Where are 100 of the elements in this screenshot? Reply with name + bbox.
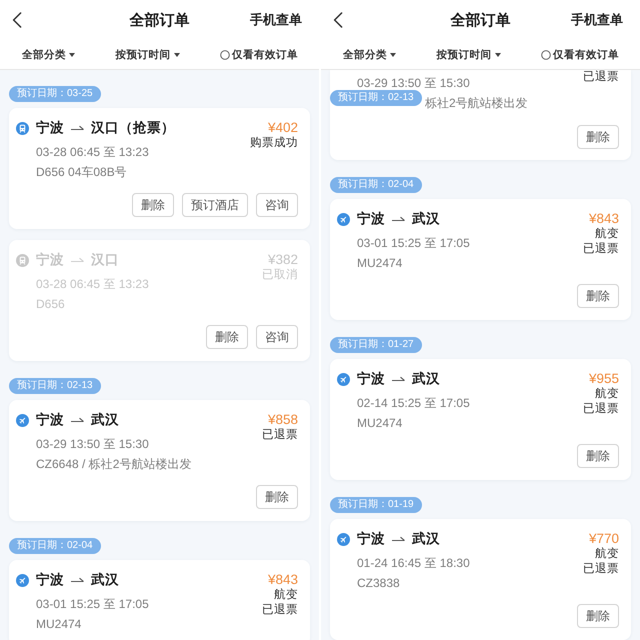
travel-time: 03-29 13:50 至 15:30 bbox=[36, 436, 149, 453]
plane-icon bbox=[337, 532, 350, 546]
phone-lookup-button[interactable]: 手机查单 bbox=[571, 11, 628, 29]
page-title: 全部订单 bbox=[130, 10, 190, 30]
plane-icon bbox=[16, 574, 29, 586]
destination-city: 武汉 bbox=[412, 211, 440, 227]
origin-city: 宁波 bbox=[357, 531, 385, 547]
destination-city: 武汉 bbox=[91, 412, 119, 428]
trip-detail: CZ3838 bbox=[357, 575, 400, 592]
travel-time: 03-28 06:45 至 13:23 bbox=[36, 144, 149, 161]
arrow-icon bbox=[392, 216, 405, 222]
destination-city: 武汉 bbox=[412, 371, 440, 387]
order-card[interactable]: 宁波 武汉 01-24 16:45 至 18:30 CZ3838 ¥770 航变 已退票 删除 bbox=[330, 519, 631, 640]
order-price: ¥382 bbox=[268, 252, 298, 268]
order-price: ¥843 bbox=[268, 572, 298, 588]
order-price: ¥402 bbox=[268, 120, 298, 136]
order-status: 已退票 bbox=[583, 242, 619, 257]
filter-dropdown[interactable]: 按预订时间 bbox=[116, 48, 180, 62]
arrow-icon bbox=[392, 536, 405, 542]
order-action-button[interactable]: 删除 bbox=[577, 444, 619, 468]
origin-city: 宁波 bbox=[36, 412, 64, 428]
order-card[interactable]: 宁波 武汉 03-01 15:25 至 17:05 MU2474 ¥843 航变 已退票 删除 bbox=[330, 199, 631, 320]
booking-date-badge: 预订日期：02-04 bbox=[330, 177, 422, 193]
travel-time: 03-29 13:50 至 15:30 bbox=[357, 76, 470, 90]
plane-icon bbox=[337, 212, 350, 226]
origin-city: 宁波 bbox=[36, 120, 64, 136]
arrow-icon bbox=[71, 577, 84, 583]
order-action-button[interactable]: 删除 bbox=[577, 125, 619, 149]
destination-city: 汉口 bbox=[91, 252, 119, 268]
order-action-button[interactable]: 预订酒店 bbox=[182, 193, 248, 217]
order-status: 已退票 bbox=[583, 562, 619, 577]
order-action-button[interactable]: 删除 bbox=[206, 325, 248, 349]
trip-detail: D656 bbox=[36, 296, 65, 313]
travel-time: 03-01 15:25 至 17:05 bbox=[36, 596, 149, 613]
order-status: 航变 bbox=[595, 387, 619, 402]
order-card[interactable]: 宁波 汉口（抢票） 03-28 06:45 至 13:23 D656 04车08B号 ¥402 购票成功 删除 预订酒店 咨询 bbox=[9, 108, 310, 229]
arrow-icon bbox=[71, 125, 84, 131]
phone-lookup-button[interactable]: 手机查单 bbox=[250, 11, 307, 29]
booking-date-badge: 预订日期：02-13 bbox=[9, 378, 101, 394]
booking-date-badge: 预订日期：02-13 bbox=[330, 90, 422, 106]
valid-orders-toggle[interactable]: 仅看有效订单 bbox=[541, 48, 619, 62]
trip-detail: MU2474 bbox=[36, 616, 82, 633]
page-title: 全部订单 bbox=[450, 10, 510, 30]
order-status: 已退票 bbox=[583, 402, 619, 417]
trip-detail: D656 04车08B号 bbox=[36, 164, 127, 181]
train-icon bbox=[16, 122, 29, 134]
origin-city: 宁波 bbox=[357, 211, 385, 227]
booking-date-badge: 预订日期：03-25 bbox=[9, 86, 101, 102]
origin-city: 宁波 bbox=[36, 252, 64, 268]
order-status: 航变 bbox=[274, 588, 298, 603]
order-price: ¥770 bbox=[588, 531, 619, 547]
order-action-button[interactable]: 删除 bbox=[577, 284, 619, 308]
caret-icon bbox=[174, 52, 180, 56]
order-status: 已取消 bbox=[262, 268, 298, 283]
order-price: ¥955 bbox=[588, 371, 619, 387]
trip-detail: MU2474 bbox=[357, 415, 402, 432]
order-price: ¥858 bbox=[268, 412, 298, 428]
trip-detail: 栎社2号航站楼出发 bbox=[425, 96, 528, 110]
booking-date-badge: 预订日期：02-04 bbox=[9, 538, 101, 554]
back-icon[interactable] bbox=[333, 12, 343, 28]
back-icon[interactable] bbox=[12, 12, 22, 28]
booking-date-badge: 预订日期：01-19 bbox=[330, 497, 422, 513]
order-card[interactable]: 宁波 武汉 03-29 13:50 至 15:30 CZ6648 / 栎社2号航站楼出发 ¥858 已退票 删除 bbox=[9, 400, 310, 521]
order-card[interactable]: 宁波 武汉 03-01 15:25 至 17:05 MU2474 ¥843 航变 已退票 bbox=[9, 560, 310, 640]
order-action-button[interactable]: 咨询 bbox=[256, 325, 298, 349]
order-status: 已退票 bbox=[583, 70, 619, 85]
booking-date-badge: 预订日期：01-27 bbox=[330, 337, 422, 353]
order-status: 购票成功 bbox=[250, 136, 298, 151]
filter-dropdown[interactable]: 全部分类 bbox=[343, 48, 396, 62]
arrow-icon bbox=[71, 417, 84, 423]
caret-icon bbox=[390, 52, 396, 56]
destination-city: 武汉 bbox=[91, 572, 119, 588]
filter-dropdown[interactable]: 按预订时间 bbox=[436, 48, 500, 62]
arrow-icon bbox=[71, 257, 84, 263]
valid-orders-toggle[interactable]: 仅看有效订单 bbox=[220, 48, 298, 62]
trip-detail: MU2474 bbox=[357, 255, 402, 272]
travel-time: 03-28 06:45 至 13:23 bbox=[36, 276, 149, 293]
order-card[interactable]: 宁波 武汉 02-14 15:25 至 17:05 MU2474 ¥955 航变 已退票 删除 bbox=[330, 359, 631, 480]
order-action-button[interactable]: 删除 bbox=[132, 193, 174, 217]
destination-city: 汉口（抢票） bbox=[91, 120, 175, 136]
plane-icon bbox=[337, 372, 350, 386]
travel-time: 03-01 15:25 至 17:05 bbox=[357, 235, 470, 252]
trip-detail: CZ6648 / 栎社2号航站楼出发 bbox=[36, 456, 192, 473]
filter-dropdown[interactable]: 全部分类 bbox=[22, 48, 75, 62]
caret-icon bbox=[69, 52, 75, 56]
destination-city: 武汉 bbox=[412, 531, 440, 547]
travel-time: 01-24 16:45 至 18:30 bbox=[357, 555, 470, 572]
order-action-button[interactable]: 删除 bbox=[256, 485, 298, 509]
order-status: 航变 bbox=[595, 227, 619, 242]
order-status: 航变 bbox=[595, 547, 619, 562]
order-status: 已退票 bbox=[262, 428, 298, 443]
caret-icon bbox=[494, 52, 500, 56]
order-price: ¥843 bbox=[588, 211, 619, 227]
train-icon bbox=[16, 254, 29, 266]
origin-city: 宁波 bbox=[357, 371, 385, 387]
order-status: 已退票 bbox=[262, 603, 298, 618]
order-card[interactable]: 宁波 汉口 03-28 06:45 至 13:23 D656 ¥382 已取消 删除 咨询 bbox=[9, 240, 310, 361]
order-action-button[interactable]: 咨询 bbox=[256, 193, 298, 217]
order-action-button[interactable]: 删除 bbox=[577, 604, 619, 628]
travel-time: 02-14 15:25 至 17:05 bbox=[357, 395, 470, 412]
